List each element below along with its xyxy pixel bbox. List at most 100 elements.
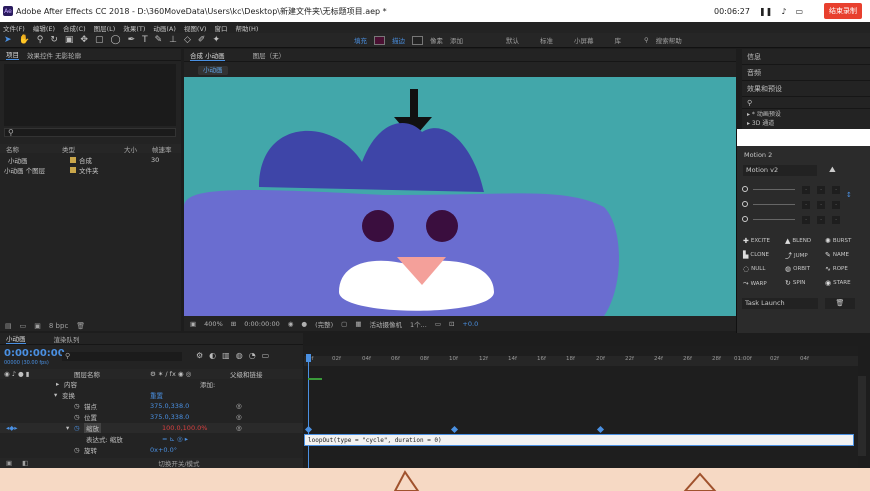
workspace-standard[interactable]: 标准 xyxy=(540,35,553,45)
layer-property-row[interactable]: ◷ 旋转 0x+0.0° xyxy=(0,445,303,455)
search-help-input[interactable]: 搜索帮助 xyxy=(656,35,682,45)
add-dropdown[interactable]: 添加: xyxy=(200,379,215,389)
transparency-icon[interactable]: ▦ xyxy=(355,320,361,328)
add-label[interactable]: 添加 xyxy=(450,35,463,45)
tab-project[interactable]: 项目 xyxy=(6,49,19,60)
stroke-label[interactable]: 描边 xyxy=(392,35,405,45)
anchor-grid-cell[interactable]: · xyxy=(802,201,810,209)
column-name[interactable]: 名称 xyxy=(0,144,52,154)
expression-row[interactable]: 表达式: 缩放 = ⊾ ◎ ▸ xyxy=(0,434,303,444)
tab-composition[interactable]: 合成 小动画 xyxy=(190,50,225,61)
camera-icon[interactable]: ▭ xyxy=(795,7,803,16)
menu-help[interactable]: 帮助(H) xyxy=(235,23,258,33)
layer-property-row[interactable]: ◷ 位置 375.0,338.0 ◎ xyxy=(0,412,303,422)
null-button[interactable]: ◌ NULL xyxy=(743,265,765,273)
anchor-grid-cell[interactable]: · xyxy=(832,216,840,224)
anchor-grid-cell[interactable]: · xyxy=(817,201,825,209)
orbit-button[interactable]: ◍ ORBIT xyxy=(785,265,810,273)
comp-subtab[interactable]: 小动画 xyxy=(198,66,228,75)
jump-button[interactable]: ⤴ JUMP xyxy=(785,251,808,261)
clone-stamp-tool-icon[interactable]: ⊥ xyxy=(169,35,177,45)
color-icon[interactable]: ● xyxy=(301,320,307,328)
pan-behind-tool-icon[interactable]: ✥ xyxy=(80,35,88,45)
composition-viewer[interactable] xyxy=(184,77,736,316)
reset-link[interactable]: 重置 xyxy=(150,390,163,400)
selection-tool-icon[interactable]: ➤ xyxy=(4,35,12,45)
anchor-grid-cell[interactable]: · xyxy=(832,186,840,194)
spin-button[interactable]: ↻ SPIN xyxy=(785,279,805,287)
timecode-display[interactable]: 0:00:00:00 xyxy=(244,320,280,328)
link-icon[interactable]: ◎ xyxy=(236,424,242,432)
zoom-tool-icon[interactable]: ⚲ xyxy=(37,35,44,45)
roto-brush-tool-icon[interactable]: ✐ xyxy=(198,35,206,45)
switches-icon[interactable]: ⚙ ✶ / fx ◉ ◎ xyxy=(150,370,191,378)
column-parent[interactable]: 父级和链接 xyxy=(230,369,263,379)
stopwatch-icon[interactable]: ◷ xyxy=(74,446,80,454)
work-area-bar[interactable] xyxy=(308,378,322,380)
slider-track[interactable] xyxy=(753,189,795,190)
effects-presets-section[interactable]: 效果和预设 xyxy=(742,81,870,97)
expand-panes-icon[interactable]: ◧ xyxy=(22,459,28,467)
column-layer-name[interactable]: 图层名称 xyxy=(74,369,100,379)
link-icon[interactable]: ◎ xyxy=(236,413,242,421)
menu-file[interactable]: 文件(F) xyxy=(3,23,25,33)
snapshot-icon[interactable]: ◉ xyxy=(288,320,294,328)
project-search-input[interactable]: ⚲ xyxy=(4,128,176,137)
audio-section[interactable]: 音频 xyxy=(742,65,870,81)
quality-dropdown[interactable]: (完整) xyxy=(315,319,333,329)
interpret-footage-icon[interactable]: ▤ xyxy=(5,322,12,330)
timeline-scrollbar[interactable] xyxy=(858,376,866,456)
link-icon[interactable]: ◎ xyxy=(236,402,242,410)
toggle-switches-modes[interactable]: 切换开关/模式 xyxy=(158,458,199,468)
menu-edit[interactable]: 编辑(E) xyxy=(33,23,55,33)
eraser-tool-icon[interactable]: ◇ xyxy=(184,35,191,45)
keyframe[interactable] xyxy=(596,425,605,434)
clone-button[interactable]: ▙ CLONE xyxy=(743,251,769,259)
expand-arrow-icon[interactable]: ▾ xyxy=(54,391,57,399)
trash-icon[interactable]: 🗑 xyxy=(825,298,855,309)
property-value[interactable]: 100.0,100.0% xyxy=(162,424,207,432)
new-comp-icon[interactable]: ▣ xyxy=(34,322,41,330)
stopwatch-icon[interactable]: ◷ xyxy=(74,424,80,432)
menu-composition[interactable]: 合成(C) xyxy=(63,23,86,33)
fill-swatch[interactable] xyxy=(374,35,386,45)
slider-track[interactable] xyxy=(753,219,795,220)
rope-button[interactable]: ∿ ROPE xyxy=(825,265,848,273)
property-value[interactable]: 375.0,338.0 xyxy=(150,402,189,410)
keyframe-nav-icon[interactable]: ◂◆▸ xyxy=(6,424,18,432)
pause-icon[interactable]: ❚❚ xyxy=(759,7,772,16)
column-fps[interactable]: 帧速率 xyxy=(152,144,172,154)
pen-tool-icon[interactable]: ✒ xyxy=(128,35,136,45)
ellipse-tool-icon[interactable]: ◯ xyxy=(110,35,120,45)
zoom-dropdown[interactable]: 400% xyxy=(204,320,223,328)
stroke-swatch[interactable] xyxy=(412,35,424,45)
mountains-icon[interactable]: ⛰ xyxy=(829,165,836,175)
expand-arrow-icon[interactable]: ▸ xyxy=(56,380,59,388)
tab-render-queue[interactable]: 渲染队列 xyxy=(54,334,80,344)
preview-icon[interactable]: ▣ xyxy=(190,320,196,328)
anchor-grid-cell[interactable]: · xyxy=(802,216,810,224)
column-type[interactable]: 类型 xyxy=(52,144,124,154)
slider-track[interactable] xyxy=(753,204,795,205)
name-button[interactable]: ✎ NAME xyxy=(825,251,849,259)
rectangle-tool-icon[interactable]: ▢ xyxy=(95,35,104,45)
puppet-tool-icon[interactable]: ✦ xyxy=(212,35,220,45)
timeline-switch-icons[interactable]: ⚙◐▥◍◔▭ xyxy=(196,351,275,360)
project-item[interactable]: 小动画 合成 30 xyxy=(0,155,181,165)
keyframe[interactable] xyxy=(304,425,313,434)
layer-property-row-selected[interactable]: ◂◆▸ ▾ ◷ 缩放 100.0,100.0% ◎ xyxy=(0,423,303,433)
microphone-icon[interactable]: ♪ xyxy=(781,7,786,16)
anchor-grid-cell[interactable]: · xyxy=(817,216,825,224)
rotate-tool-icon[interactable]: ↻ xyxy=(50,35,58,45)
grid-icon[interactable]: ⊞ xyxy=(231,320,236,328)
stare-button[interactable]: ◉ STARE xyxy=(825,279,851,287)
views-dropdown[interactable]: 1个... xyxy=(410,319,427,329)
stopwatch-icon[interactable]: ◷ xyxy=(74,413,80,421)
tab-comp-timeline[interactable]: 小动画 xyxy=(6,333,26,344)
comp-flowchart-icon[interactable]: ▣ xyxy=(6,459,12,467)
time-ruler[interactable]: 0f 02f 04f 06f 08f 10f 12f 14f 16f 18f 2… xyxy=(304,356,858,366)
menu-animation[interactable]: 动画(A) xyxy=(153,23,176,33)
text-tool-icon[interactable]: T xyxy=(142,35,148,45)
layout-icon[interactable]: ▭ xyxy=(435,320,441,328)
slider-knob[interactable] xyxy=(742,186,748,192)
